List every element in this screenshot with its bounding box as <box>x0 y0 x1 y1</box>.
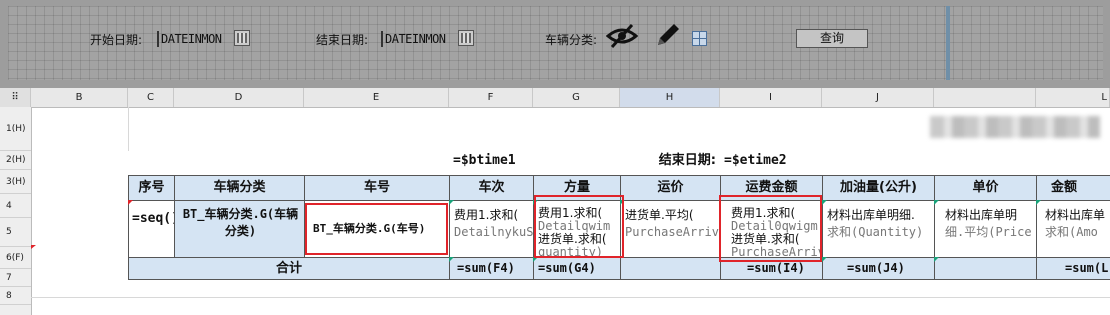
blurred-region <box>930 116 1100 138</box>
fuel-cell[interactable]: 材料出库单明细. 求和(Quantity) <box>822 200 935 258</box>
total-fuel-cell[interactable]: =sum(J4) <box>822 257 935 280</box>
row-header[interactable]: 1(H) <box>0 107 31 151</box>
total-trips-cell[interactable]: =sum(F4) <box>449 257 534 280</box>
header-unit-price[interactable]: 单价 <box>934 175 1037 201</box>
empty-row[interactable] <box>31 280 1110 298</box>
cell-marker <box>822 200 827 205</box>
column-header[interactable]: I <box>720 88 822 107</box>
start-time-cell[interactable]: =$btime1 <box>450 151 620 170</box>
header-price[interactable]: 运价 <box>620 175 721 201</box>
end-date-title-label[interactable]: 结束日期: <box>620 151 720 170</box>
query-button[interactable]: 查询 <box>796 29 868 48</box>
column-header-bar: ⠿ B C D E F G H I J L <box>0 88 1110 108</box>
calendar-icon[interactable] <box>234 30 250 46</box>
row-header-bar: 1(H) 2(H) 3(H) 4 5 6(F) 7 8 <box>0 107 32 315</box>
parameter-pane: 开始日期: DATEINMON 结束日期: DATEINMON 车辆分类: 查询 <box>0 0 1110 88</box>
cell-marker <box>934 200 939 205</box>
end-date-field[interactable]: DATEINMON <box>381 31 459 47</box>
unit-price-cell[interactable]: 材料出库单明 细.平均(Price <box>934 200 1037 258</box>
money-cell[interactable]: 材料出库单 求和(Amo <box>1036 200 1110 258</box>
header-seq[interactable]: 序号 <box>128 175 175 201</box>
header-vehicle-category[interactable]: 车辆分类 <box>174 175 305 201</box>
eye-off-icon[interactable] <box>605 22 639 54</box>
spreadsheet: ⠿ B C D E F G H I J L 1(H) 2(H) 3(H) 4 5… <box>0 88 1110 315</box>
row-header[interactable]: 8 <box>0 287 31 305</box>
fuel-line: 求和(Quantity) <box>827 225 924 239</box>
pencil-icon[interactable] <box>653 20 683 54</box>
unit-price-line: 细.平均(Price <box>945 225 1032 239</box>
cell-marker <box>449 257 454 262</box>
vehicle-category-cell[interactable]: BT_车辆分类.G(车辆分类) <box>174 200 305 258</box>
price-line: PurchaseArrivi <box>625 225 721 239</box>
money-line: 求和(Amo <box>1045 225 1098 239</box>
seq-cell[interactable]: =seq() <box>128 200 175 258</box>
cell-marker <box>822 257 827 262</box>
cell-marker <box>1036 200 1041 205</box>
row-header[interactable]: 2(H) <box>0 151 31 170</box>
total-unit-price-cell[interactable] <box>934 257 1037 280</box>
total-label-cell[interactable]: 合计 <box>128 257 450 280</box>
cell-marker <box>449 200 454 205</box>
column-header[interactable]: B <box>31 88 128 107</box>
cell-marker <box>934 257 939 262</box>
header-money[interactable]: 金额 <box>1036 175 1110 201</box>
row-header[interactable]: 4 <box>0 194 31 218</box>
price-line: 进货单.平均( <box>625 208 694 222</box>
highlight-box <box>305 203 448 255</box>
column-header[interactable]: D <box>174 88 304 107</box>
pane-divider[interactable] <box>946 6 950 80</box>
row-header[interactable]: 7 <box>0 269 31 287</box>
empty-row[interactable] <box>31 298 1110 315</box>
calendar-icon[interactable] <box>458 30 474 46</box>
money-line: 材料出库单 <box>1045 208 1106 222</box>
trips-cell[interactable]: 费用1.求和( DetailnykuS <box>449 200 534 258</box>
cell-marker <box>128 200 133 205</box>
column-header[interactable]: F <box>449 88 533 107</box>
highlight-box <box>719 195 822 262</box>
highlight-box <box>534 195 624 258</box>
end-time-cell[interactable]: =$etime2 <box>722 151 832 170</box>
total-volume-cell[interactable]: =sum(G4) <box>533 257 621 280</box>
start-date-label: 开始日期: <box>90 33 143 47</box>
header-trips[interactable]: 车次 <box>449 175 534 201</box>
column-header-spacer <box>934 88 1036 107</box>
row-header[interactable]: 6(F) <box>0 247 31 269</box>
start-date-field[interactable]: DATEINMON <box>157 31 235 47</box>
end-date-label: 结束日期: <box>316 33 369 47</box>
column-header[interactable]: E <box>304 88 449 107</box>
column-header[interactable]: J <box>822 88 934 107</box>
trips-line: 费用1.求和( <box>454 208 519 222</box>
trips-line: DetailnykuS <box>454 225 534 239</box>
total-money-cell[interactable]: =sum(L <box>1036 257 1110 280</box>
fuel-line: 材料出库单明细. <box>827 208 915 222</box>
column-header[interactable]: H <box>620 88 720 107</box>
header-fuel[interactable]: 加油量(公升) <box>822 175 935 201</box>
column-header[interactable]: L <box>1036 88 1110 107</box>
total-price-cell[interactable] <box>620 257 721 280</box>
row-marker <box>31 245 36 249</box>
row-header[interactable]: 3(H) <box>0 170 31 194</box>
column-header[interactable]: C <box>128 88 174 107</box>
vehicle-category-label: 车辆分类: <box>545 33 598 47</box>
price-cell[interactable]: 进货单.平均( PurchaseArrivi <box>620 200 721 258</box>
header-vehicle-no[interactable]: 车号 <box>304 175 450 201</box>
unit-price-line: 材料出库单明 <box>945 208 1018 222</box>
column-header[interactable]: G <box>533 88 620 107</box>
select-all-corner[interactable]: ⠿ <box>0 88 31 107</box>
row-header[interactable]: 5 <box>0 218 31 247</box>
table-icon[interactable] <box>692 31 707 46</box>
